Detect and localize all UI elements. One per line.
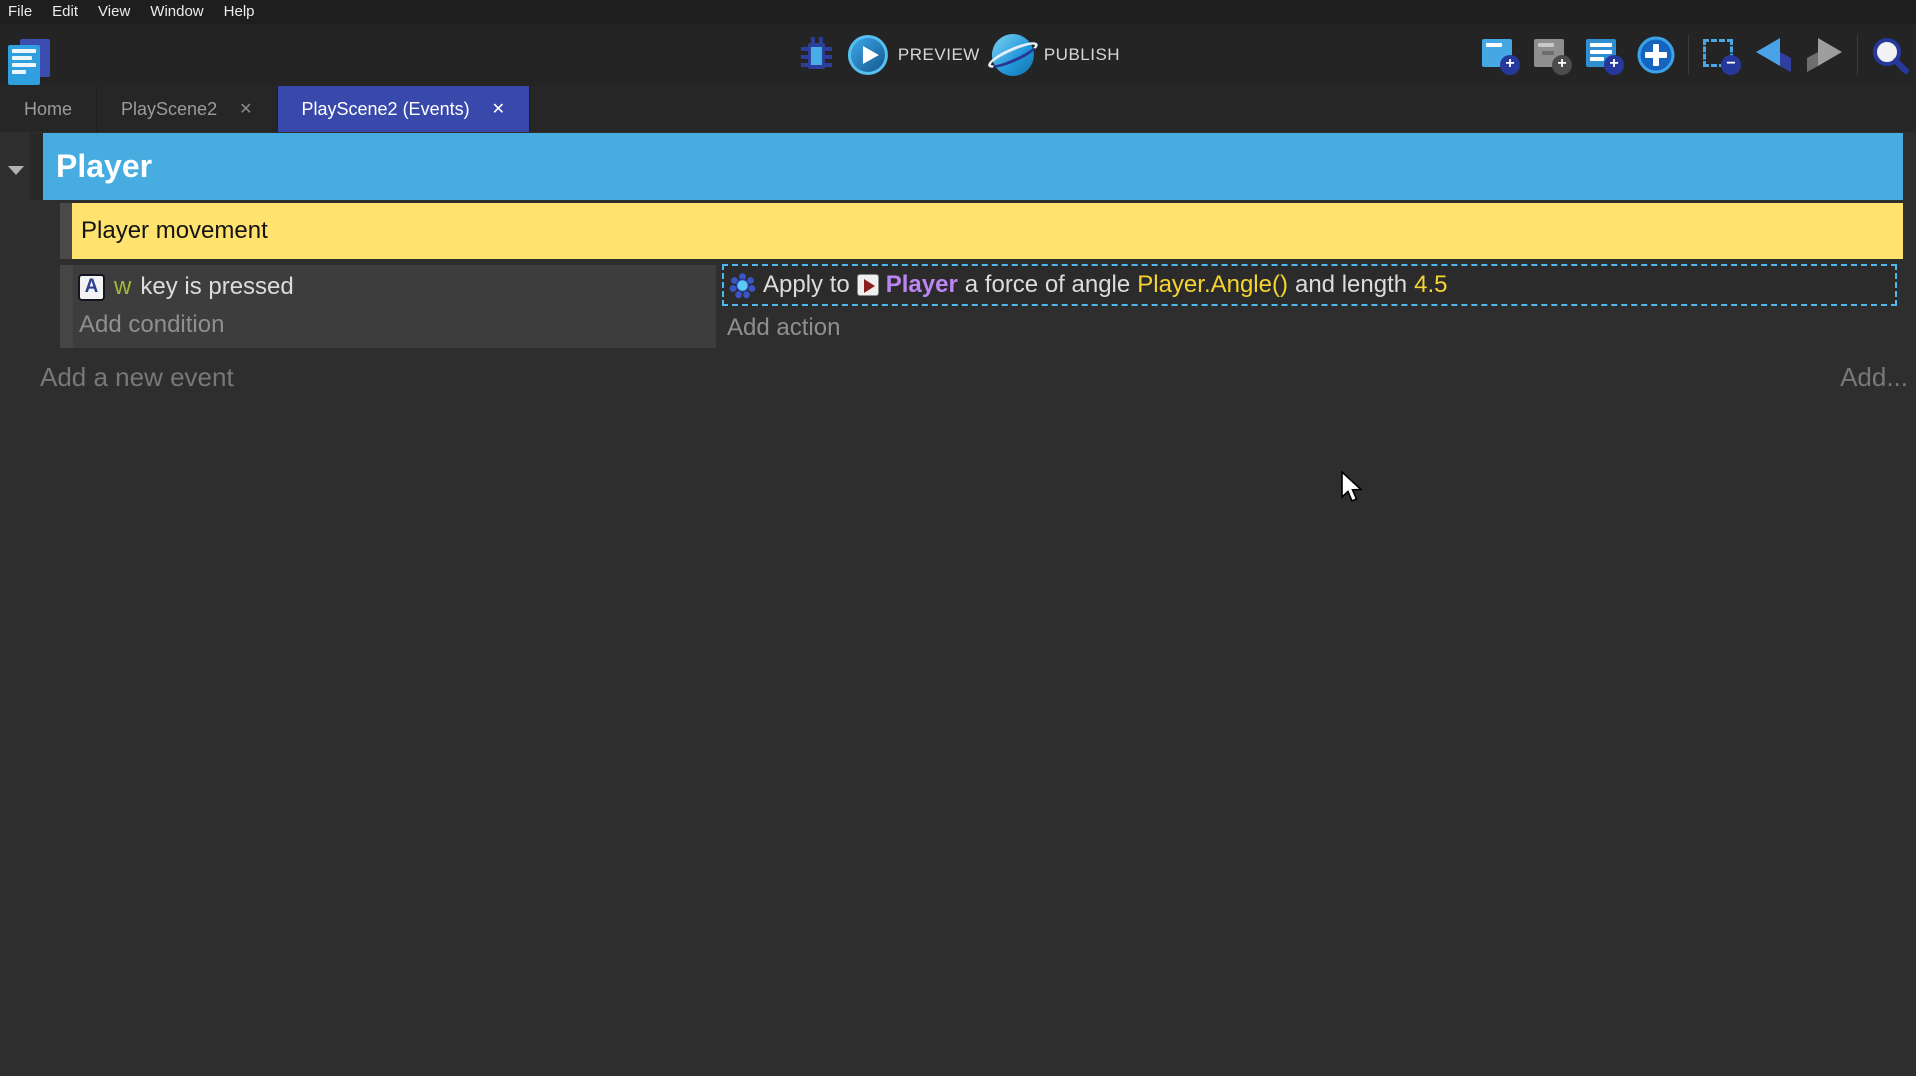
add-condition-button[interactable]: Add condition <box>79 311 224 339</box>
add-event-icon[interactable]: + <box>1480 35 1520 75</box>
tab-label: Home <box>24 99 72 120</box>
action-text-prefix: Apply to <box>763 271 850 299</box>
toolbar-separator <box>1857 35 1858 75</box>
condition-key-param: w <box>114 273 131 301</box>
comment-event[interactable]: Player movement <box>72 203 1903 259</box>
menu-edit[interactable]: Edit <box>42 1 88 23</box>
run-controls: PREVIEW PUBLISH <box>796 24 1120 86</box>
comment-drag-handle[interactable] <box>60 203 72 259</box>
toolbar-separator <box>1688 35 1689 75</box>
add-comment-icon[interactable]: + <box>1584 35 1624 75</box>
publish-label: PUBLISH <box>1044 45 1120 65</box>
close-tab-icon[interactable]: ✕ <box>239 99 252 119</box>
menu-window[interactable]: Window <box>140 1 213 23</box>
tab-playscene2-events[interactable]: PlayScene2 (Events) ✕ <box>278 86 531 132</box>
comment-text: Player movement <box>81 217 268 245</box>
action-object-param: Player <box>886 271 958 299</box>
undo-icon[interactable] <box>1753 35 1793 75</box>
condition-key-pressed[interactable]: A w key is pressed <box>78 270 294 304</box>
publish-button[interactable]: PUBLISH <box>992 34 1120 76</box>
choose-event-type-icon[interactable] <box>1636 35 1676 75</box>
menu-view[interactable]: View <box>88 1 140 23</box>
debug-icon[interactable] <box>796 34 836 76</box>
deselect-all-icon[interactable]: − <box>1701 35 1741 75</box>
keyboard-icon: A <box>78 274 105 301</box>
group-collapse-caret[interactable] <box>8 166 24 175</box>
preview-label: PREVIEW <box>898 45 980 65</box>
redo-icon[interactable] <box>1805 35 1845 75</box>
menu-help[interactable]: Help <box>214 1 265 23</box>
add-new-event-button[interactable]: Add a new event <box>40 362 234 393</box>
action-text-length: and length <box>1295 271 1407 299</box>
globe-icon <box>992 34 1034 76</box>
main-toolbar: PREVIEW PUBLISH + + + <box>0 24 1916 86</box>
event-drag-handle[interactable] <box>60 265 73 348</box>
group-title: Player <box>56 148 152 185</box>
group-drag-handle[interactable] <box>30 133 43 200</box>
action-length-param: 4.5 <box>1414 271 1447 299</box>
event-group-header[interactable]: Player <box>43 133 1903 200</box>
play-icon <box>848 35 888 75</box>
tab-playscene2[interactable]: PlayScene2 ✕ <box>97 86 277 132</box>
close-tab-icon[interactable]: ✕ <box>492 99 505 119</box>
editor-tabs: Home PlayScene2 ✕ PlayScene2 (Events) ✕ <box>0 86 1916 132</box>
conditions-column: A w key is pressed Add condition <box>73 265 716 348</box>
event-toolbar-icons: + + + − <box>1480 35 1910 75</box>
project-manager-icon[interactable] <box>8 39 50 85</box>
force-icon <box>729 272 756 299</box>
logo-front-sheet <box>8 45 40 85</box>
add-sub-event-icon[interactable]: + <box>1532 35 1572 75</box>
tab-label: PlayScene2 (Events) <box>302 99 470 120</box>
add-more-button[interactable]: Add... <box>1840 362 1908 393</box>
search-icon[interactable] <box>1870 35 1910 75</box>
action-angle-param: Player.Angle() <box>1137 271 1288 299</box>
add-event-row: Add a new event Add... <box>0 360 1916 400</box>
player-object-icon <box>857 274 879 296</box>
add-action-button[interactable]: Add action <box>727 314 840 342</box>
action-apply-force-selected[interactable]: Apply to Player a force of angle Player.… <box>722 264 1897 306</box>
condition-text: key is pressed <box>140 273 293 301</box>
tab-home[interactable]: Home <box>0 86 97 132</box>
menu-bar: File Edit View Window Help <box>0 0 1916 24</box>
tab-label: PlayScene2 <box>121 99 217 120</box>
action-text-middle: a force of angle <box>965 271 1130 299</box>
preview-button[interactable]: PREVIEW <box>848 35 980 75</box>
menu-file[interactable]: File <box>8 1 42 23</box>
events-sheet: Player Player movement A w key is presse… <box>0 132 1916 1076</box>
